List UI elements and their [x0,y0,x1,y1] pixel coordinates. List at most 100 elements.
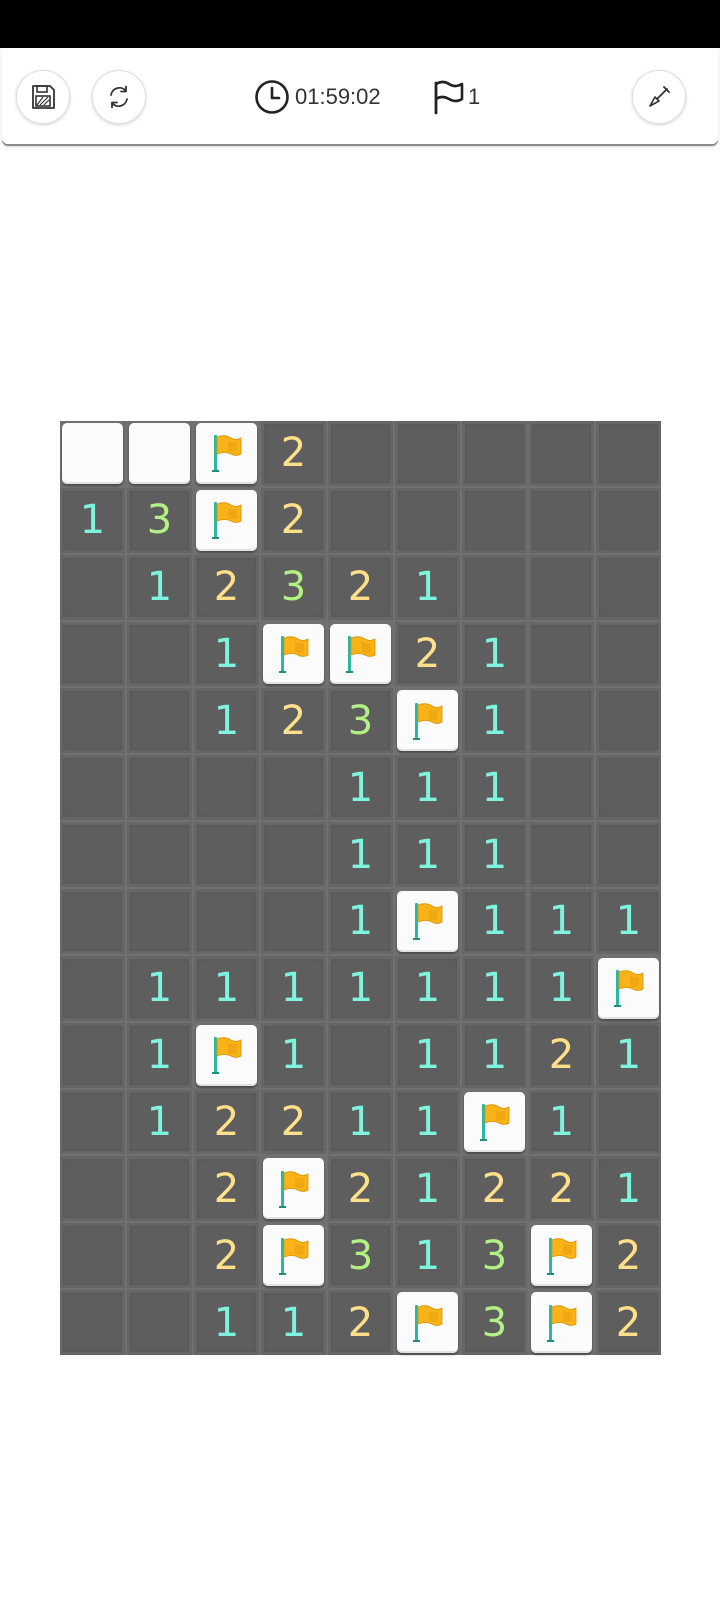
tile-number[interactable]: 1 [127,955,192,1021]
tile-number[interactable]: 3 [261,554,326,620]
tile-number[interactable]: 1 [462,688,527,754]
tile-number[interactable]: 2 [261,487,326,553]
tile-number[interactable]: 2 [261,688,326,754]
tile-empty[interactable] [462,421,527,486]
tile-empty[interactable] [529,554,594,620]
tile-number[interactable]: 1 [395,822,460,887]
tile-number[interactable]: 2 [261,421,326,486]
tile-empty[interactable] [127,1156,192,1222]
tile-number[interactable]: 1 [462,955,527,1021]
tile-empty[interactable] [194,888,259,954]
tile-number[interactable]: 1 [127,1089,192,1155]
tile-flagged[interactable] [196,489,257,551]
tile-number[interactable]: 1 [194,621,259,687]
tile-number[interactable]: 1 [328,822,393,887]
tile-empty[interactable] [194,755,259,821]
tile-empty[interactable] [596,755,661,821]
tile-flagged[interactable] [263,1158,324,1220]
tile-empty[interactable] [60,688,125,754]
tile-number[interactable]: 2 [462,1156,527,1222]
tile-empty[interactable] [127,621,192,687]
tile-number[interactable]: 1 [529,1089,594,1155]
tile-flagged[interactable] [397,690,458,752]
tile-empty[interactable] [596,822,661,887]
tile-empty[interactable] [60,1089,125,1155]
tile-number[interactable]: 1 [194,688,259,754]
tile-number[interactable]: 1 [596,1022,661,1088]
tile-flagged[interactable] [196,423,257,484]
tile-empty[interactable] [529,822,594,887]
tile-number[interactable]: 3 [127,487,192,553]
tile-number[interactable]: 2 [529,1022,594,1088]
tile-empty[interactable] [328,487,393,553]
tile-number[interactable]: 1 [261,955,326,1021]
tile-empty[interactable] [60,621,125,687]
tile-flagged[interactable] [531,1225,592,1287]
tile-flagged[interactable] [263,623,324,685]
tile-number[interactable]: 1 [127,1022,192,1088]
tile-empty[interactable] [127,1290,192,1355]
tile-empty[interactable] [596,621,661,687]
tile-number[interactable]: 2 [194,1156,259,1222]
tile-empty[interactable] [529,487,594,553]
tile-number[interactable]: 3 [462,1290,527,1355]
dig-mode-button[interactable] [632,70,686,124]
tile-empty[interactable] [529,755,594,821]
tile-flagged[interactable] [330,623,391,685]
tile-number[interactable]: 1 [462,621,527,687]
tile-number[interactable]: 1 [462,755,527,821]
tile-empty[interactable] [462,554,527,620]
tile-empty[interactable] [127,688,192,754]
tile-number[interactable]: 2 [328,1290,393,1355]
tile-empty[interactable] [127,1223,192,1289]
tile-empty[interactable] [60,955,125,1021]
tile-empty[interactable] [529,421,594,486]
tile-number[interactable]: 2 [194,1089,259,1155]
tile-number[interactable]: 1 [462,1022,527,1088]
tile-number[interactable]: 1 [60,487,125,553]
tile-empty[interactable] [596,421,661,486]
tile-empty[interactable] [529,621,594,687]
tile-unrevealed[interactable] [62,423,123,484]
tile-flagged[interactable] [598,957,659,1019]
tile-flagged[interactable] [263,1225,324,1287]
tile-number[interactable]: 2 [395,621,460,687]
tile-number[interactable]: 2 [261,1089,326,1155]
tile-number[interactable]: 1 [395,1223,460,1289]
tile-number[interactable]: 1 [395,755,460,821]
tile-number[interactable]: 2 [596,1290,661,1355]
tile-number[interactable]: 3 [328,688,393,754]
tile-number[interactable]: 2 [529,1156,594,1222]
tile-number[interactable]: 1 [261,1290,326,1355]
tile-number[interactable]: 1 [529,888,594,954]
tile-number[interactable]: 1 [127,554,192,620]
tile-number[interactable]: 2 [596,1223,661,1289]
tile-number[interactable]: 1 [194,955,259,1021]
tile-empty[interactable] [194,822,259,887]
tile-empty[interactable] [596,688,661,754]
tile-number[interactable]: 2 [194,1223,259,1289]
tile-number[interactable]: 1 [261,1022,326,1088]
tile-number[interactable]: 1 [462,888,527,954]
tile-flagged[interactable] [397,1292,458,1353]
tile-empty[interactable] [60,755,125,821]
tile-empty[interactable] [596,1089,661,1155]
tile-number[interactable]: 1 [395,955,460,1021]
tile-empty[interactable] [60,822,125,887]
tile-number[interactable]: 1 [328,888,393,954]
tile-empty[interactable] [328,1022,393,1088]
tile-empty[interactable] [395,487,460,553]
tile-empty[interactable] [60,1223,125,1289]
tile-empty[interactable] [127,888,192,954]
tile-empty[interactable] [127,822,192,887]
tile-empty[interactable] [60,554,125,620]
tile-empty[interactable] [261,755,326,821]
restart-button[interactable] [92,70,146,124]
tile-empty[interactable] [261,888,326,954]
tile-empty[interactable] [596,554,661,620]
tile-number[interactable]: 1 [395,1089,460,1155]
tile-number[interactable]: 1 [395,1156,460,1222]
tile-empty[interactable] [60,1022,125,1088]
tile-number[interactable]: 1 [395,554,460,620]
tile-empty[interactable] [395,421,460,486]
